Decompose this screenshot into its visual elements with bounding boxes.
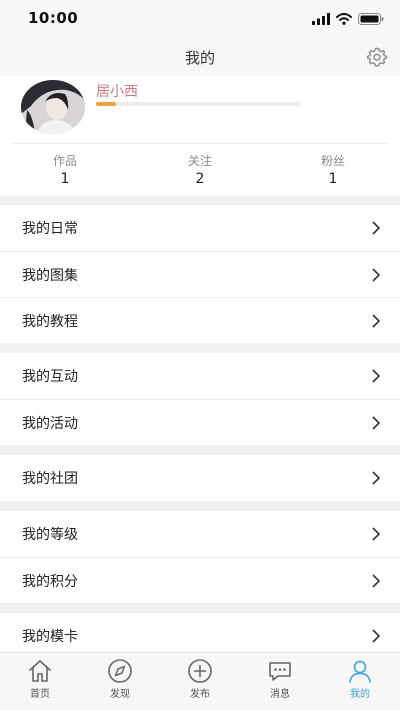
tab-home[interactable]: 首页	[0, 653, 80, 710]
tab-me[interactable]: 我的	[320, 653, 400, 710]
stat-value: 1	[328, 171, 338, 187]
menu-item-points[interactable]: 我的积分	[0, 557, 400, 603]
chevron-right-icon	[372, 268, 380, 282]
menu-group-community: 我的社团	[0, 455, 400, 501]
signal-icon	[312, 13, 330, 25]
menu-item-label: 我的模卡	[22, 629, 78, 645]
menu-group-rewards: 我的等级 我的积分	[0, 511, 400, 603]
menu-item-model-card[interactable]: 我的模卡	[0, 613, 400, 652]
menu-group-content: 我的日常 我的图集 我的教程	[0, 205, 400, 343]
profile-card: 居小西 作品 1 关注 2 粉丝 1	[0, 76, 400, 196]
tab-label: 消息	[270, 689, 290, 700]
chevron-right-icon	[372, 527, 380, 541]
chat-icon	[269, 662, 291, 681]
menu-group-engagement: 我的互动 我的活动	[0, 353, 400, 445]
level-progress-bar	[96, 102, 300, 106]
tab-label: 首页	[30, 689, 50, 700]
nav-bar: 我的	[0, 38, 400, 76]
avatar-image	[21, 80, 85, 134]
menu-item-level[interactable]: 我的等级	[0, 511, 400, 557]
menu-item-label: 我的图集	[22, 268, 78, 284]
menu-item-label: 我的积分	[22, 574, 78, 590]
page-title: 我的	[184, 49, 215, 67]
user-icon	[349, 660, 371, 683]
stat-value: 2	[195, 171, 205, 187]
tab-messages[interactable]: 消息	[240, 653, 320, 710]
menu-item-activities[interactable]: 我的活动	[0, 399, 400, 445]
chevron-right-icon	[372, 574, 380, 588]
plus-circle-icon	[188, 659, 212, 683]
tab-bar: 首页 发现 发布 消息 我的	[0, 652, 400, 710]
menu-item-label: 我的日常	[22, 221, 78, 237]
gear-icon[interactable]	[366, 46, 388, 68]
tab-label: 发现	[110, 689, 130, 700]
menu-item-albums[interactable]: 我的图集	[0, 251, 400, 297]
stat-fans[interactable]: 粉丝 1	[278, 152, 388, 187]
chevron-right-icon	[372, 471, 380, 485]
stat-label: 粉丝	[320, 154, 345, 168]
status-bar: 10:00	[0, 0, 400, 38]
chevron-right-icon	[372, 416, 380, 430]
tab-discover[interactable]: 发现	[80, 653, 160, 710]
stat-label: 作品	[52, 154, 77, 168]
menu-item-label: 我的互动	[22, 369, 78, 385]
tab-publish[interactable]: 发布	[160, 653, 240, 710]
stat-works[interactable]: 作品 1	[10, 152, 120, 187]
avatar[interactable]	[21, 80, 85, 134]
stat-following[interactable]: 关注 2	[145, 152, 255, 187]
battery-icon	[358, 13, 384, 25]
chevron-right-icon	[372, 629, 380, 643]
tab-label: 我的	[350, 689, 370, 700]
menu-item-label: 我的社团	[22, 471, 78, 487]
menu-item-interactions[interactable]: 我的互动	[0, 353, 400, 399]
wifi-icon	[336, 13, 352, 25]
status-time: 10:00	[28, 9, 79, 27]
home-icon	[29, 660, 51, 682]
menu-item-tutorials[interactable]: 我的教程	[0, 297, 400, 343]
menu-item-daily[interactable]: 我的日常	[0, 205, 400, 251]
chevron-right-icon	[372, 221, 380, 235]
stat-label: 关注	[187, 154, 212, 168]
tab-label: 发布	[190, 689, 210, 700]
stat-value: 1	[60, 171, 70, 187]
menu-item-label: 我的活动	[22, 416, 78, 432]
compass-icon	[108, 659, 132, 683]
menu-item-label: 我的等级	[22, 527, 78, 543]
level-progress-fill	[96, 102, 117, 106]
chevron-right-icon	[372, 314, 380, 328]
username[interactable]: 居小西	[96, 81, 138, 101]
menu-group-modelcard: 我的模卡	[0, 613, 400, 652]
status-icons	[312, 12, 384, 26]
menu-item-clubs[interactable]: 我的社团	[0, 455, 400, 501]
menu-item-label: 我的教程	[22, 314, 78, 330]
chevron-right-icon	[372, 369, 380, 383]
divider	[12, 143, 388, 144]
